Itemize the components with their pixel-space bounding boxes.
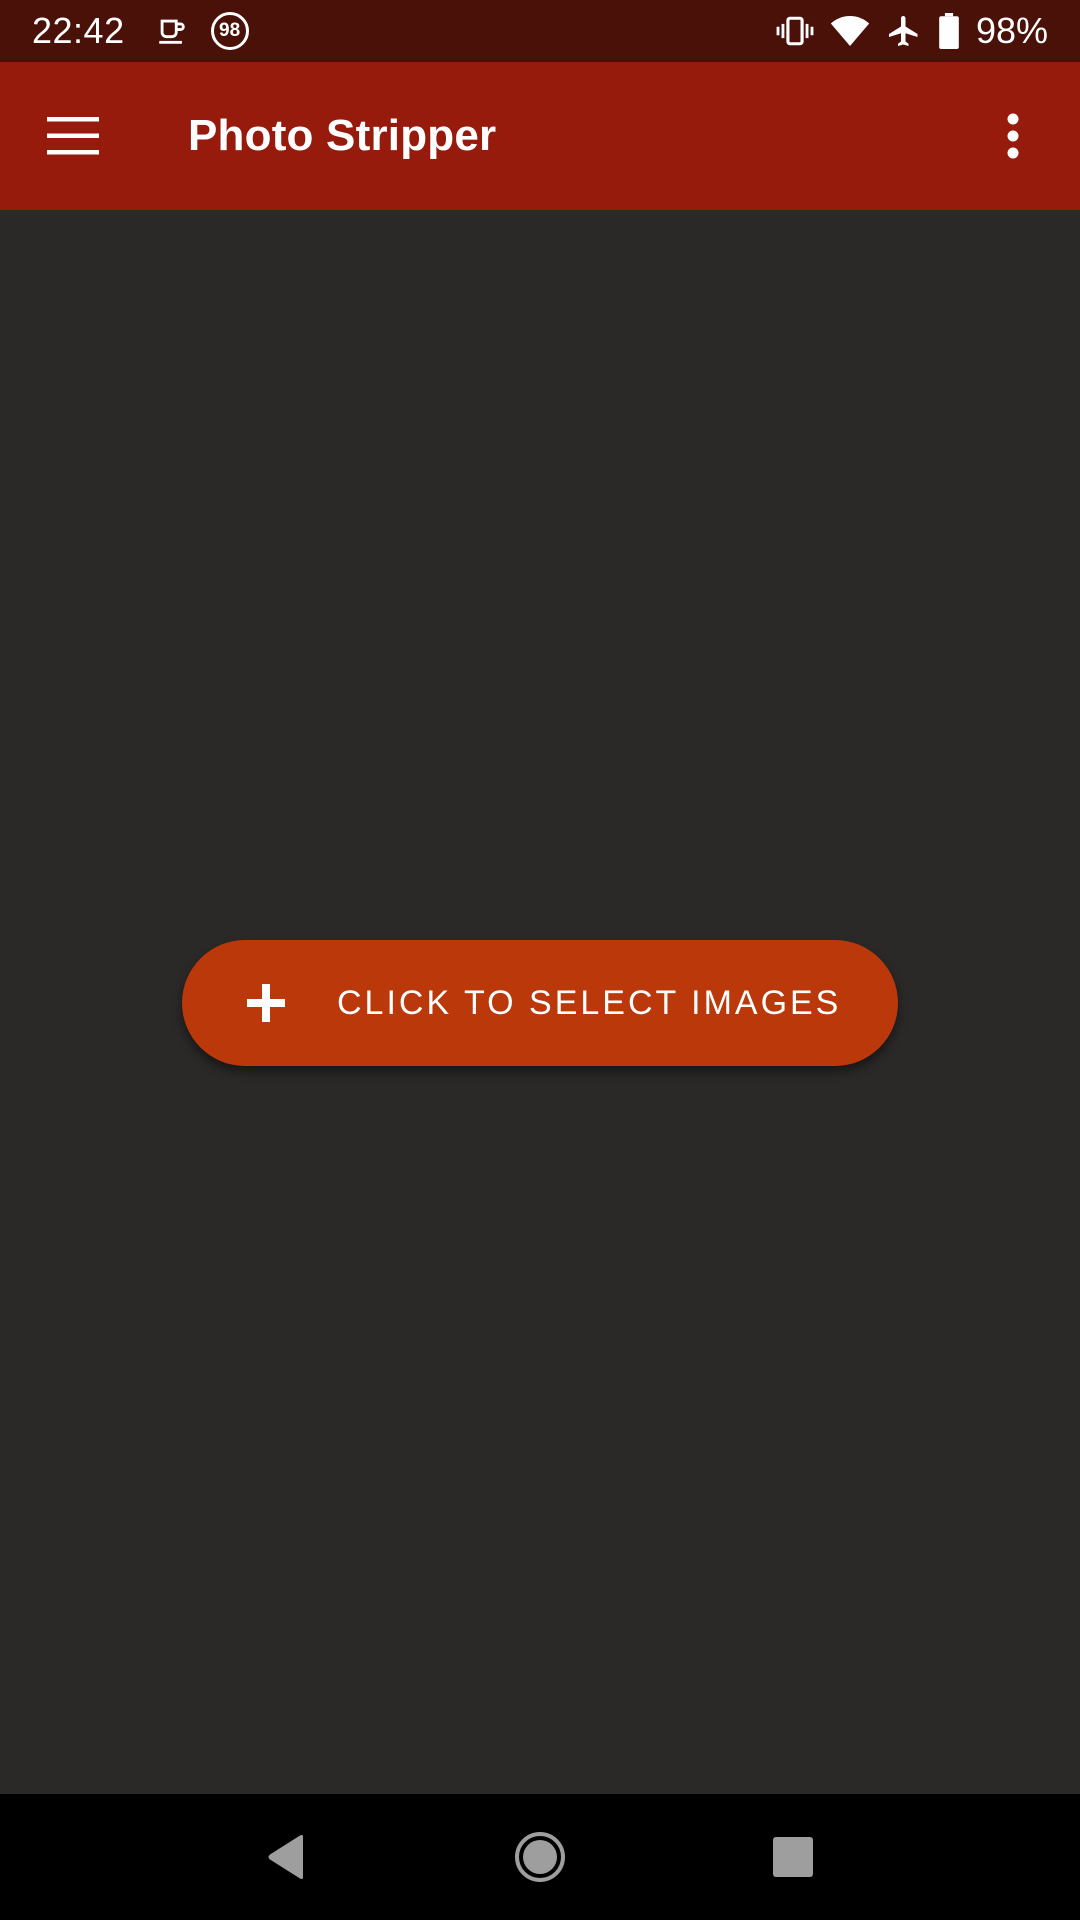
battery-percent: 98% (975, 10, 1048, 51)
overflow-menu-button[interactable] (976, 99, 1050, 173)
vibrate-icon (776, 14, 814, 48)
coffee-cup-icon (155, 14, 189, 48)
status-left: 22:42 98 (32, 10, 271, 52)
navigation-bar (0, 1794, 1080, 1920)
wifi-icon (830, 14, 870, 48)
recents-icon (773, 1837, 814, 1877)
airplane-icon (886, 13, 922, 49)
screen: 22:42 98 98% Photo Stripper CLICK TO SEL… (0, 0, 1080, 1920)
select-images-button[interactable]: CLICK TO SELECT IMAGES (182, 940, 898, 1066)
home-icon (514, 1832, 565, 1882)
hamburger-menu-icon (47, 117, 99, 155)
page-title: Photo Stripper (188, 111, 497, 160)
recents-button[interactable] (753, 1817, 833, 1897)
back-icon (268, 1835, 303, 1879)
main-content: CLICK TO SELECT IMAGES (0, 210, 1080, 1794)
back-button[interactable] (247, 1817, 327, 1897)
battery-icon (938, 13, 960, 49)
status-bar: 22:42 98 98% (0, 0, 1080, 62)
home-button[interactable] (500, 1817, 580, 1897)
hamburger-menu-button[interactable] (36, 99, 110, 173)
status-right: 98% (776, 10, 1048, 52)
app-bar: Photo Stripper (0, 62, 1080, 210)
status-time: 22:42 (32, 10, 125, 51)
more-vert-icon (1007, 113, 1019, 159)
circle-98-icon: 98 (210, 12, 249, 50)
plus-icon (247, 984, 285, 1022)
select-images-label: CLICK TO SELECT IMAGES (337, 983, 842, 1022)
